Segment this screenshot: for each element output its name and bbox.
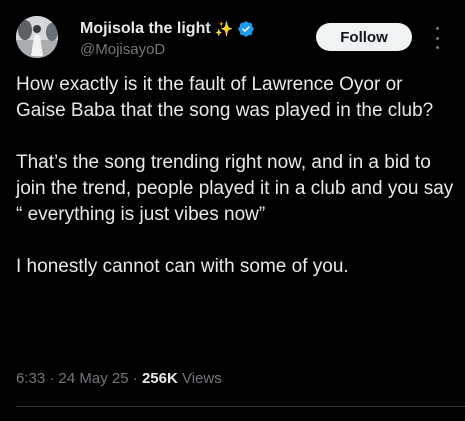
divider	[16, 406, 465, 407]
tweet-paragraph: That’s the song trending right now, and …	[16, 152, 454, 225]
avatar-image	[16, 16, 58, 58]
tweet-text: How exactly is it the fault of Lawrence …	[16, 72, 456, 280]
display-name[interactable]: Mojisola the light	[80, 20, 211, 38]
tweet-meta: 6:33 · 24 May 25 · 256K Views	[16, 370, 222, 387]
avatar[interactable]	[16, 16, 58, 58]
meta-separator: ·	[49, 370, 55, 387]
sparkles-emoji: ✨	[214, 20, 234, 38]
tweet-paragraph: How exactly is it the fault of Lawrence …	[16, 74, 434, 121]
tweet-card: Mojisola the light ✨ @MojisayoD Follow H…	[0, 0, 465, 421]
author-name-row[interactable]: Mojisola the light ✨	[80, 17, 255, 41]
tweet-date[interactable]: 24 May 25	[59, 370, 129, 387]
more-dot	[435, 46, 439, 49]
views-count[interactable]: 256K	[142, 370, 178, 387]
views-label: Views	[181, 370, 222, 387]
tweet-paragraph: I honestly cannot can with some of you.	[16, 256, 349, 277]
meta-separator: ·	[132, 370, 138, 387]
more-dot	[435, 27, 439, 30]
follow-button[interactable]: Follow	[316, 23, 412, 51]
tweet-time[interactable]: 6:33	[16, 370, 45, 387]
author-handle[interactable]: @MojisayoD	[80, 41, 165, 58]
more-options-icon[interactable]	[430, 27, 444, 49]
verified-badge-icon[interactable]	[237, 20, 255, 38]
more-dot	[435, 36, 439, 40]
